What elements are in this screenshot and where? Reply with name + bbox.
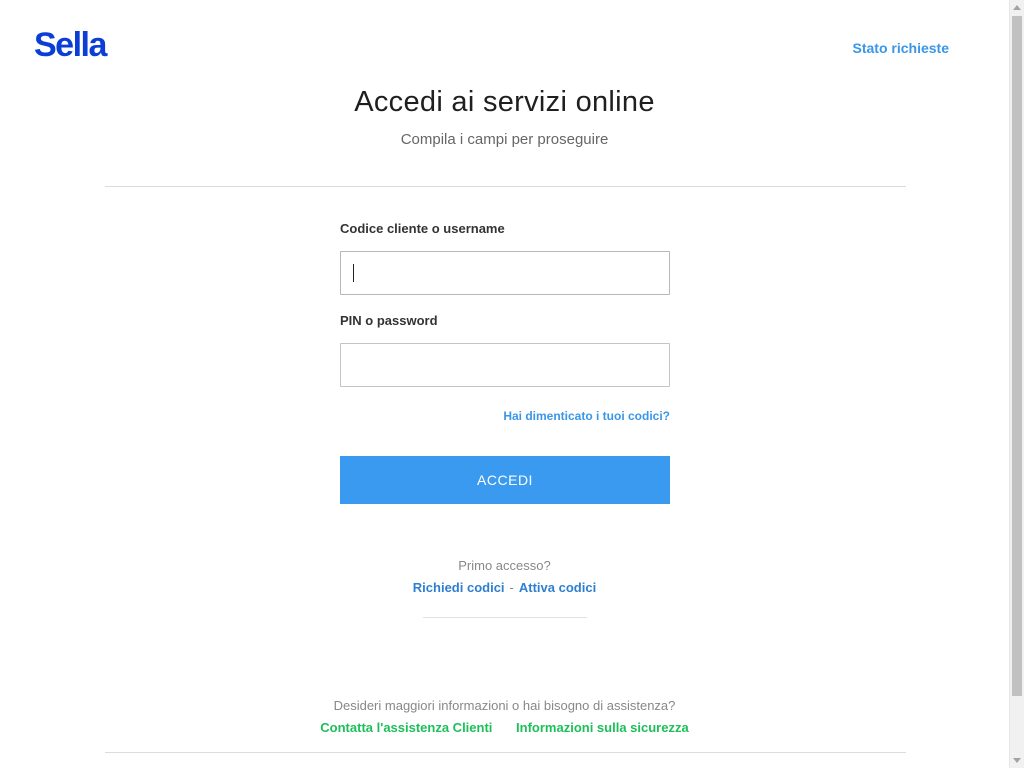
first-access-links: Richiedi codici - Attiva codici xyxy=(0,580,1009,595)
footer-divider xyxy=(105,752,906,753)
login-page: Sella Stato richieste Accedi ai servizi … xyxy=(0,0,1009,768)
contact-support-link[interactable]: Contatta l'assistenza Clienti xyxy=(320,720,492,735)
request-codes-link[interactable]: Richiedi codici xyxy=(413,580,505,595)
sella-logo[interactable]: Sella xyxy=(34,26,107,64)
links-separator: - xyxy=(509,580,514,595)
username-field-wrapper xyxy=(340,251,670,295)
password-field-wrapper xyxy=(340,343,670,387)
status-requests-link[interactable]: Stato richieste xyxy=(853,40,949,56)
username-label: Codice cliente o username xyxy=(340,221,505,236)
page-subtitle: Compila i campi per proseguire xyxy=(400,131,609,148)
forgot-codes-link[interactable]: Hai dimenticato i tuoi codici? xyxy=(503,409,670,423)
login-button[interactable]: ACCEDI xyxy=(340,456,670,504)
scrollbar-thumb[interactable] xyxy=(1012,16,1022,696)
vertical-scrollbar[interactable] xyxy=(1009,0,1024,768)
text-cursor xyxy=(353,264,354,282)
first-access-question: Primo accesso? xyxy=(458,558,551,573)
scroll-up-arrow-icon[interactable] xyxy=(1013,5,1021,10)
password-input[interactable] xyxy=(340,343,670,387)
security-info-link[interactable]: Informazioni sulla sicurezza xyxy=(516,720,689,735)
password-label: PIN o password xyxy=(340,313,438,328)
login-form: Codice cliente o username PIN o password… xyxy=(340,220,670,504)
scroll-down-arrow-icon[interactable] xyxy=(1013,758,1021,763)
forgot-codes-row: Hai dimenticato i tuoi codici? xyxy=(340,407,670,423)
section-divider xyxy=(423,617,587,618)
help-question: Desideri maggiori informazioni o hai bis… xyxy=(333,698,676,713)
activate-codes-link[interactable]: Attiva codici xyxy=(519,580,596,595)
username-input[interactable] xyxy=(340,251,670,295)
header-divider xyxy=(105,186,906,187)
page-title: Accedi ai servizi online xyxy=(354,86,655,118)
help-links: Contatta l'assistenza Clienti Informazio… xyxy=(0,720,1009,735)
